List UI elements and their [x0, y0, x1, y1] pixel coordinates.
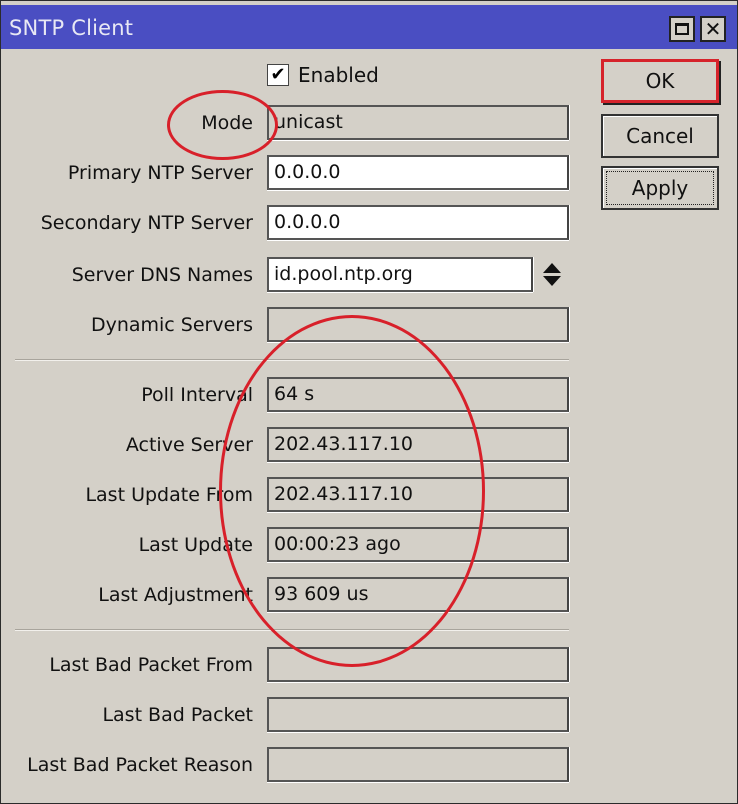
apply-button[interactable]: Apply	[601, 166, 719, 210]
close-icon: ✕	[704, 17, 722, 41]
secondary-ntp-server-label: Secondary NTP Server	[40, 212, 253, 234]
title-bar[interactable]: SNTP Client ✕	[1, 5, 737, 49]
arrow-down-icon[interactable]	[543, 276, 561, 286]
poll-interval-field: 64 s	[267, 377, 569, 412]
last-bad-packet-from-label: Last Bad Packet From	[49, 654, 253, 676]
dynamic-servers-label: Dynamic Servers	[90, 314, 253, 336]
section-divider	[15, 359, 569, 361]
last-update-label: Last Update	[138, 534, 253, 556]
window-title: SNTP Client	[9, 16, 134, 40]
server-dns-names-label: Server DNS Names	[71, 264, 253, 286]
secondary-ntp-server-input[interactable]: 0.0.0.0	[267, 205, 569, 240]
active-server-field: 202.43.117.10	[267, 427, 569, 462]
mode-label: Mode	[201, 112, 253, 134]
primary-ntp-server-input[interactable]: 0.0.0.0	[267, 155, 569, 190]
section-divider	[15, 629, 569, 631]
cancel-button[interactable]: Cancel	[601, 114, 719, 158]
enabled-label: Enabled	[298, 63, 379, 87]
primary-ntp-server-label: Primary NTP Server	[67, 162, 253, 184]
mode-field: unicast	[267, 105, 569, 140]
sntp-client-window: SNTP Client ✕ ✔ Enabled Mode unicast Pri…	[0, 0, 738, 804]
last-adjustment-label: Last Adjustment	[98, 584, 253, 606]
maximize-icon	[675, 23, 689, 35]
last-update-from-label: Last Update From	[85, 484, 253, 506]
dns-names-spinner[interactable]	[543, 263, 561, 289]
last-bad-packet-field	[267, 697, 569, 732]
last-bad-packet-label: Last Bad Packet	[102, 704, 253, 726]
last-bad-packet-from-field	[267, 647, 569, 682]
arrow-up-icon[interactable]	[543, 263, 561, 273]
last-bad-packet-reason-label: Last Bad Packet Reason	[27, 754, 253, 776]
poll-interval-label: Poll Interval	[141, 384, 253, 406]
active-server-label: Active Server	[125, 434, 253, 456]
ok-button[interactable]: OK	[601, 59, 719, 103]
last-update-field: 00:00:23 ago	[267, 527, 569, 562]
last-adjustment-field: 93 609 us	[267, 577, 569, 612]
close-button[interactable]: ✕	[700, 16, 726, 42]
server-dns-names-input[interactable]: id.pool.ntp.org	[267, 257, 533, 292]
enabled-checkbox[interactable]: ✔	[267, 64, 289, 86]
maximize-button[interactable]	[669, 16, 695, 42]
enabled-checkbox-row[interactable]: ✔ Enabled	[267, 63, 379, 87]
dynamic-servers-field	[267, 307, 569, 342]
last-bad-packet-reason-field	[267, 747, 569, 782]
last-update-from-field: 202.43.117.10	[267, 477, 569, 512]
